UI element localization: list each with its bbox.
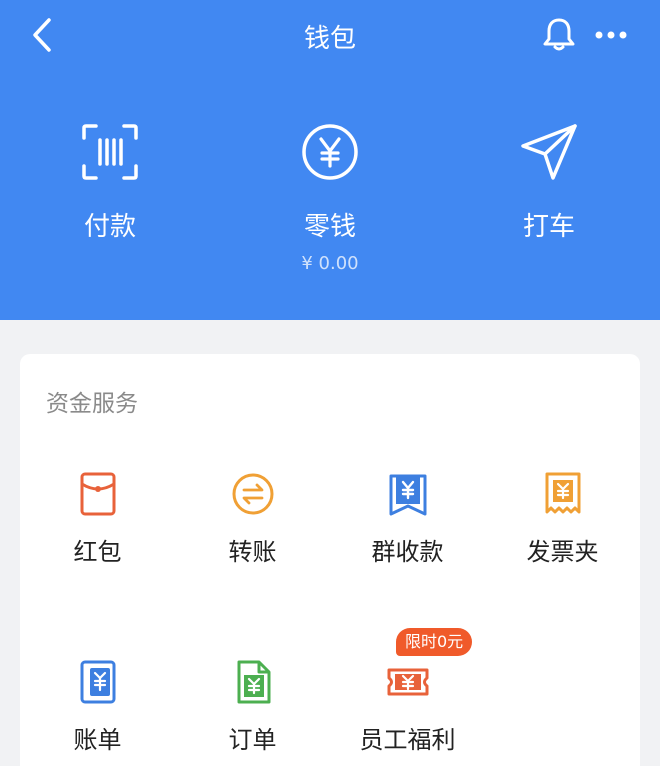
service-label: 转账 [228, 538, 277, 566]
service-label: 订单 [228, 726, 277, 754]
bill-icon [80, 660, 115, 704]
transfer-icon [232, 473, 273, 515]
scan-code-icon [82, 124, 138, 180]
fund-services-card: 资金服务 红包 转账 群收款 发票夹 账单 订单 员工福利 限时0元 [20, 354, 640, 766]
section-title: 资金服务 [46, 391, 138, 417]
paper-plane-icon [521, 124, 577, 180]
change-balance: ¥ 0.00 [301, 253, 359, 274]
quick-action-change[interactable]: 零钱 ¥ 0.00 [230, 120, 430, 280]
ticket-icon [387, 668, 428, 696]
more-dots-icon [595, 31, 627, 39]
quick-action-label: 零钱 [303, 212, 356, 242]
service-label: 红包 [73, 538, 122, 566]
quick-action-label: 付款 [83, 212, 136, 242]
service-label: 员工福利 [359, 726, 456, 754]
service-label: 群收款 [371, 538, 444, 566]
yuan-circle-icon [302, 124, 358, 180]
service-label: 发票夹 [526, 538, 599, 566]
service-order[interactable]: 订单 [175, 658, 330, 766]
more-button[interactable] [588, 14, 634, 56]
bell-icon [543, 18, 575, 51]
promo-badge: 限时0元 [396, 628, 473, 656]
quick-action-label: 打车 [522, 212, 575, 242]
order-icon [237, 660, 270, 704]
group-collect-icon [389, 474, 426, 516]
service-label: 账单 [73, 726, 122, 754]
service-employee-benefits[interactable]: 员工福利 [330, 658, 485, 766]
service-group-collect[interactable]: 群收款 [330, 470, 485, 590]
red-packet-icon [80, 472, 115, 516]
wallet-header: 钱包 付款 零钱 ¥ 0.00 打车 [0, 0, 660, 320]
invoice-icon [545, 472, 580, 514]
quick-action-pay[interactable]: 付款 [10, 120, 210, 280]
quick-action-taxi[interactable]: 打车 [449, 120, 649, 280]
service-red-packet[interactable]: 红包 [20, 470, 175, 590]
service-bill[interactable]: 账单 [20, 658, 175, 766]
service-transfer[interactable]: 转账 [175, 470, 330, 590]
notifications-button[interactable] [538, 12, 580, 56]
service-invoice[interactable]: 发票夹 [485, 470, 640, 590]
top-bar: 钱包 [0, 0, 660, 70]
